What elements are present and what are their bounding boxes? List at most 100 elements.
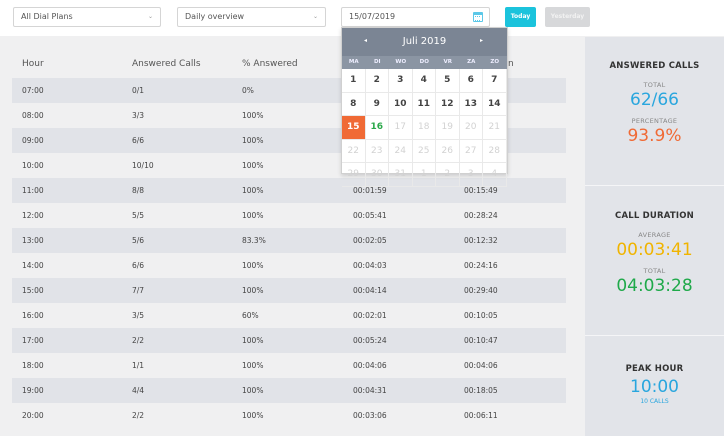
calendar-day[interactable]: 2 <box>365 69 389 93</box>
calendar-day[interactable]: 4 <box>412 69 436 93</box>
table-cell: 100% <box>242 161 264 170</box>
table-cell: 00:29:40 <box>464 286 498 295</box>
weekday-label: DO <box>419 59 429 65</box>
yesterday-button[interactable]: Yesterday <box>545 7 590 27</box>
calendar-day[interactable]: 2 <box>436 163 460 187</box>
view-select[interactable]: Daily overview ⌄ <box>177 7 326 27</box>
table-cell: 2/2 <box>132 336 145 345</box>
table-cell: 00:10:05 <box>464 311 498 320</box>
weekday-label: WO <box>395 59 407 65</box>
calendar-day[interactable]: 23 <box>365 139 389 163</box>
weekday-label: VR <box>443 59 453 65</box>
table-cell: 00:05:24 <box>353 336 387 345</box>
calendar-day[interactable]: 27 <box>459 139 483 163</box>
next-month-icon[interactable]: ▸ <box>480 37 483 44</box>
average-label: AVERAGE <box>638 231 671 239</box>
answered-calls-card: ANSWERED CALLS TOTAL 62/66 PERCENTAGE 93… <box>585 61 724 146</box>
table-cell: 08:00 <box>22 111 44 120</box>
table-cell: 100% <box>242 286 264 295</box>
calendar-day[interactable]: 16 <box>365 116 389 140</box>
calendar-day[interactable]: 6 <box>459 69 483 93</box>
calendar-day[interactable]: 20 <box>459 116 483 140</box>
calendar-day[interactable]: 9 <box>365 92 389 116</box>
table-cell: 17:00 <box>22 336 44 345</box>
table-cell: 100% <box>242 211 264 220</box>
table-cell: 8/8 <box>132 186 145 195</box>
calendar-day[interactable]: 30 <box>365 163 389 187</box>
calendar-icon[interactable] <box>473 12 483 22</box>
table-cell: 3/5 <box>132 311 145 320</box>
calendar-day[interactable]: 1 <box>342 69 366 93</box>
calendar-day[interactable]: 17 <box>389 116 413 140</box>
calendar-day[interactable]: 12 <box>436 92 460 116</box>
total-duration: 04:03:28 <box>616 276 693 296</box>
table-cell: 13:00 <box>22 236 44 245</box>
answered-total: 62/66 <box>630 90 679 110</box>
table-cell: 15:00 <box>22 286 44 295</box>
calendar-day[interactable]: 7 <box>483 69 507 93</box>
calendar-day[interactable]: 3 <box>459 163 483 187</box>
table-row: 18:00 1/1 100% 00:04:06 00:04:06 <box>12 353 566 378</box>
peak-hour-card: PEAK HOUR 10:00 10 CALLS <box>585 364 724 405</box>
table-row: 20:00 2/2 100% 00:03:06 00:06:11 <box>12 403 566 428</box>
table-cell: 5/6 <box>132 236 145 245</box>
table-cell: 00:03:06 <box>353 411 387 420</box>
table-cell: 00:05:41 <box>353 211 387 220</box>
calendar-day[interactable]: 14 <box>483 92 507 116</box>
table-row: 14:00 6/6 100% 00:04:03 00:24:16 <box>12 253 566 278</box>
calendar-day[interactable]: 11 <box>412 92 436 116</box>
weekday-label: MA <box>348 59 359 65</box>
table-row: 12:00 5/5 100% 00:05:41 00:28:24 <box>12 203 566 228</box>
table-cell: 00:04:14 <box>353 286 387 295</box>
table-cell: 00:10:47 <box>464 336 498 345</box>
calendar-day[interactable]: 28 <box>483 139 507 163</box>
calendar-day[interactable]: 3 <box>389 69 413 93</box>
table-row: 19:00 4/4 100% 00:04:31 00:18:05 <box>12 378 566 403</box>
calendar-day[interactable]: 19 <box>436 116 460 140</box>
table-cell: 00:04:06 <box>464 361 498 370</box>
average-duration: 00:03:41 <box>616 240 693 260</box>
calendar-day[interactable]: 24 <box>389 139 413 163</box>
calendar-day[interactable]: 25 <box>412 139 436 163</box>
divider <box>585 185 724 186</box>
weekday-label: ZA <box>467 59 476 65</box>
calendar-day[interactable]: 8 <box>342 92 366 116</box>
table-cell: 3/3 <box>132 111 145 120</box>
table-row: 15:00 7/7 100% 00:04:14 00:29:40 <box>12 278 566 303</box>
datepicker-header: ◂ Juli 2019 ▸ <box>342 28 507 56</box>
table-cell: 19:00 <box>22 386 44 395</box>
table-row: 17:00 2/2 100% 00:05:24 00:10:47 <box>12 328 566 353</box>
date-input[interactable]: 15/07/2019 <box>341 7 490 27</box>
calendar-day[interactable]: 10 <box>389 92 413 116</box>
table-cell: 00:02:05 <box>353 236 387 245</box>
calendar-day[interactable]: 18 <box>412 116 436 140</box>
table-cell: 100% <box>242 361 264 370</box>
table-cell: 12:00 <box>22 211 44 220</box>
table-cell: 60% <box>242 311 259 320</box>
table-cell: 00:06:11 <box>464 411 498 420</box>
table-cell: 00:28:24 <box>464 211 498 220</box>
calendar-day[interactable]: 1 <box>412 163 436 187</box>
table-cell: 100% <box>242 411 264 420</box>
table-cell: 11:00 <box>22 186 44 195</box>
calendar-day[interactable]: 13 <box>459 92 483 116</box>
table-cell: 0/1 <box>132 86 145 95</box>
dial-plan-select[interactable]: All Dial Plans ⌄ <box>13 7 161 27</box>
table-cell: 00:12:32 <box>464 236 498 245</box>
today-button[interactable]: Today <box>505 7 536 27</box>
calendar-day[interactable]: 21 <box>483 116 507 140</box>
calendar-day[interactable]: 31 <box>389 163 413 187</box>
table-cell: 00:04:06 <box>353 361 387 370</box>
table-cell: 00:04:03 <box>353 261 387 270</box>
table-cell: 1/1 <box>132 361 145 370</box>
calendar-day[interactable]: 29 <box>342 163 366 187</box>
calendar-day[interactable]: 26 <box>436 139 460 163</box>
table-cell: 100% <box>242 261 264 270</box>
col-hour-header: Hour <box>22 59 44 69</box>
calendar-day[interactable]: 22 <box>342 139 366 163</box>
calendar-day[interactable]: 4 <box>483 163 507 187</box>
calendar-day[interactable]: 5 <box>436 69 460 93</box>
table-cell: 4/4 <box>132 386 145 395</box>
calendar-day[interactable]: 15 <box>342 116 366 140</box>
table-cell: 20:00 <box>22 411 44 420</box>
